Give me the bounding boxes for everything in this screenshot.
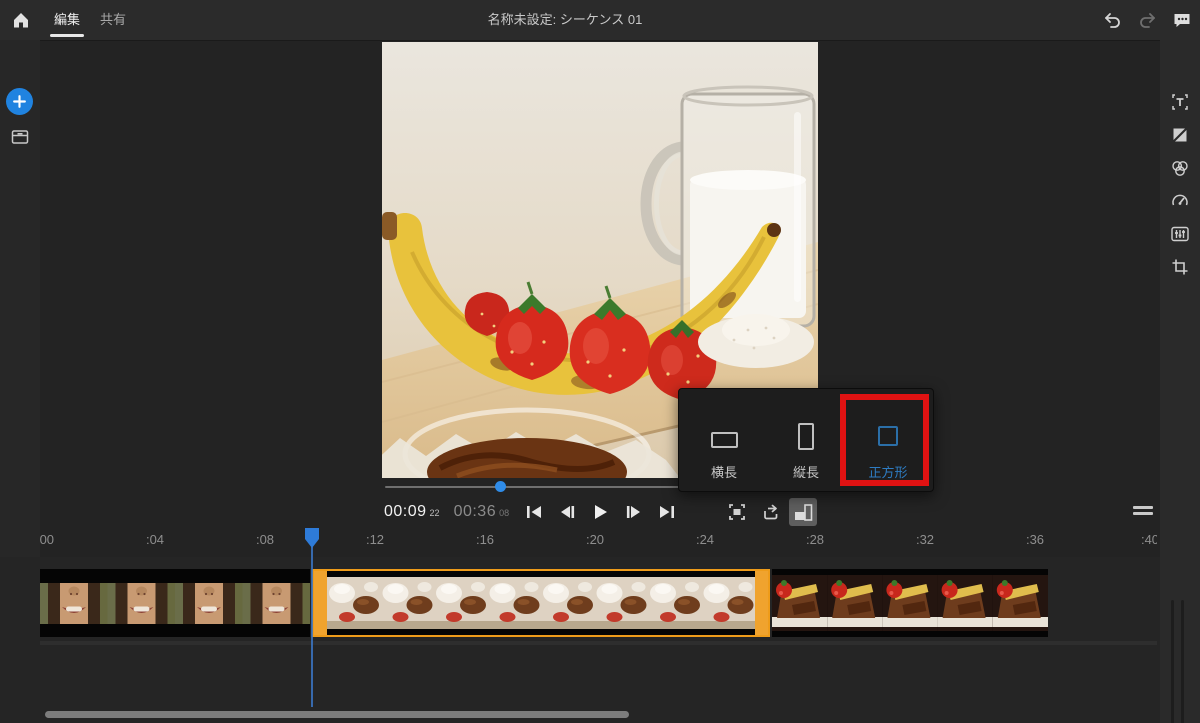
step-back-icon	[561, 506, 575, 518]
ruler-label: :24	[695, 532, 715, 547]
feedback-button[interactable]	[1169, 7, 1195, 33]
ruler-label: :36	[1025, 532, 1045, 547]
fullscreen-button[interactable]	[723, 498, 751, 526]
skip-end-icon	[660, 506, 674, 518]
plus-icon	[13, 95, 26, 108]
color-panel-button[interactable]	[1167, 155, 1193, 181]
titles-panel-button[interactable]	[1167, 89, 1193, 115]
portrait-label: 縦長	[792, 465, 819, 480]
current-time: 00:09	[384, 503, 427, 520]
audio-icon	[1171, 226, 1189, 242]
ruler-label: :16	[475, 532, 495, 547]
ruler-label: :12	[365, 532, 385, 547]
ruler-label: :28	[805, 532, 825, 547]
clip-thumbnails-faces	[40, 569, 310, 637]
current-frames: 22	[429, 508, 440, 518]
preview-scrubber-handle[interactable]	[495, 481, 506, 492]
timeline-clip-faces[interactable]	[40, 569, 310, 637]
media-browser-icon	[11, 130, 29, 144]
landscape-label: 横長	[710, 465, 737, 480]
clip-trim-handle-right[interactable]	[755, 571, 768, 635]
speed-panel-button[interactable]	[1167, 188, 1193, 214]
timeline-menu-button[interactable]	[1131, 503, 1155, 521]
ruler-label: :20	[585, 532, 605, 547]
audio-panel-button[interactable]	[1167, 221, 1193, 247]
play-button[interactable]	[586, 498, 614, 526]
top-bar: 編集 共有 名称未設定: シーケンス 01	[0, 0, 1200, 41]
clip-trim-handle-left[interactable]	[314, 571, 327, 635]
aspect-ratio-icon	[795, 504, 813, 521]
track-lane-separator	[40, 641, 1157, 645]
undo-button[interactable]	[1099, 7, 1125, 33]
media-browser-button[interactable]	[7, 124, 33, 150]
timeline-clip-desserts-selected[interactable]	[312, 569, 770, 637]
document-title: 名称未設定: シーケンス 01	[487, 12, 643, 27]
timeline-clip-cakes[interactable]	[772, 569, 1048, 637]
add-media-button[interactable]	[6, 88, 33, 115]
vertical-scrollbar-track[interactable]	[1171, 600, 1174, 723]
ruler-label: :08	[255, 532, 275, 547]
color-icon	[1172, 161, 1188, 176]
ruler-label: :04	[145, 532, 165, 547]
skip-to-start-button[interactable]	[520, 498, 548, 526]
skip-to-end-button[interactable]	[653, 498, 681, 526]
step-forward-icon	[626, 506, 640, 518]
play-icon	[595, 505, 607, 519]
premiere-rush-window: 編集 共有 名称未設定: シーケンス 01 00:09 22 00:36 08 …	[0, 0, 1200, 723]
timecode-display: 00:09 22 00:36 08	[384, 500, 509, 527]
aspect-ratio-button[interactable]	[789, 498, 817, 526]
total-frames: 08	[499, 508, 510, 518]
landscape-shape-icon	[710, 432, 738, 448]
fullscreen-icon	[729, 504, 745, 520]
ruler-label: :32	[915, 532, 935, 547]
annotation-highlight-box	[840, 394, 929, 486]
crop-rotate-panel-button[interactable]	[1167, 254, 1193, 280]
aspect-option-portrait[interactable]: 縦長	[768, 399, 844, 481]
timeline-horizontal-scrollbar[interactable]	[45, 711, 629, 718]
loop-playback-button[interactable]	[756, 498, 784, 526]
portrait-shape-icon	[798, 423, 814, 450]
aspect-option-landscape[interactable]: 横長	[686, 399, 762, 481]
transitions-panel-button[interactable]	[1167, 122, 1193, 148]
comment-icon	[1174, 14, 1190, 27]
clip-thumbnails-desserts	[327, 571, 755, 635]
step-forward-button[interactable]	[620, 498, 648, 526]
skip-start-icon	[527, 506, 541, 518]
ruler-label: :00	[40, 532, 55, 547]
undo-icon	[1105, 13, 1120, 28]
redo-icon	[1140, 13, 1155, 28]
titles-icon	[1172, 94, 1188, 110]
crop-icon	[1172, 259, 1188, 275]
step-back-button[interactable]	[553, 498, 581, 526]
redo-button[interactable]	[1135, 7, 1161, 33]
ruler-label: :40	[1140, 532, 1157, 547]
timeline-ruler[interactable]: :00 :04 :08 :12 :16 :20 :24 :28 :32 :36 …	[40, 527, 1157, 557]
loop-icon	[764, 504, 778, 520]
clip-thumbnails-cakes	[772, 569, 1048, 637]
vertical-scrollbar-thumb[interactable]	[1181, 600, 1184, 723]
speed-icon	[1172, 194, 1188, 206]
total-time: 00:36	[453, 503, 497, 520]
right-toolbar	[1160, 40, 1200, 723]
transitions-icon	[1173, 128, 1187, 142]
playhead-line	[311, 547, 313, 707]
